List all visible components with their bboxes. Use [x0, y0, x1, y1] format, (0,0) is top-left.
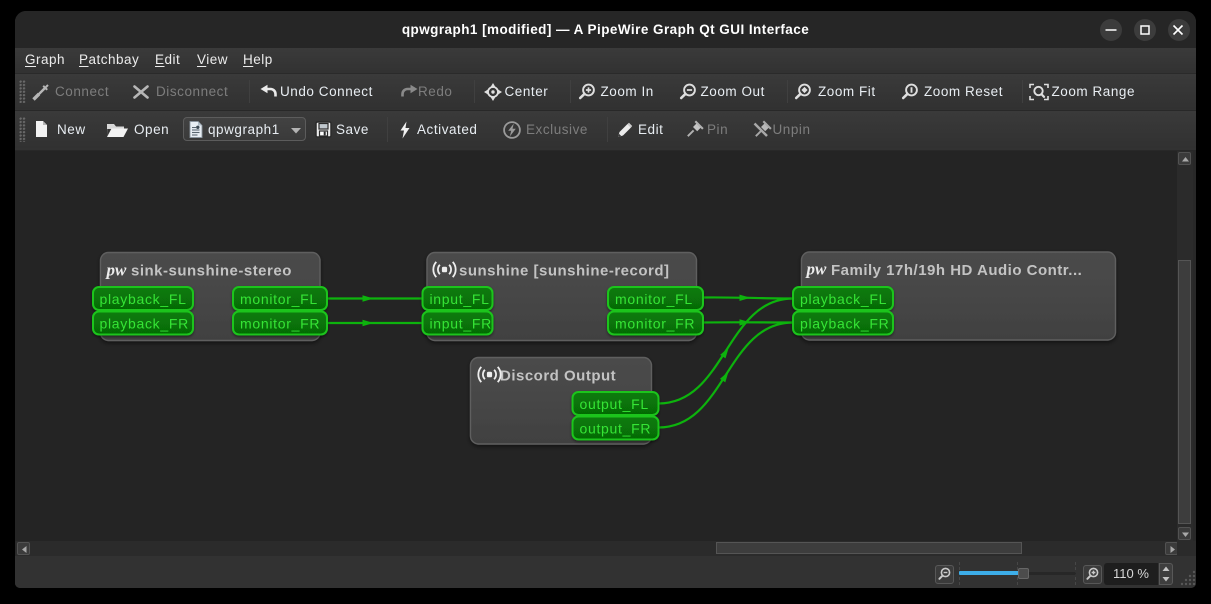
svg-text:input_FL: input_FL	[430, 291, 490, 307]
svg-text:playback_FR: playback_FR	[800, 316, 889, 332]
svg-text:Family 17h/19h HD Audio Contr.: Family 17h/19h HD Audio Contr...	[831, 262, 1082, 279]
svg-text:playback_FL: playback_FL	[800, 291, 887, 307]
svg-text:Discord Output: Discord Output	[500, 368, 616, 385]
svg-text:playback_FL: playback_FL	[100, 291, 187, 307]
svg-text:playback_FR: playback_FR	[100, 316, 189, 332]
svg-text:monitor_FL: monitor_FL	[615, 291, 693, 307]
svg-text:monitor_FR: monitor_FR	[615, 316, 695, 332]
svg-text:output_FL: output_FL	[580, 396, 649, 412]
svg-text:pw: pw	[105, 261, 128, 280]
svg-text:pw: pw	[805, 260, 828, 279]
svg-text:input_FR: input_FR	[430, 316, 492, 332]
svg-text:monitor_FL: monitor_FL	[240, 291, 318, 307]
svg-text:sunshine [sunshine-record]: sunshine [sunshine-record]	[459, 263, 670, 280]
svg-text:sink-sunshine-stereo: sink-sunshine-stereo	[131, 263, 292, 280]
svg-text:monitor_FR: monitor_FR	[240, 316, 320, 332]
svg-text:output_FR: output_FR	[580, 421, 652, 437]
